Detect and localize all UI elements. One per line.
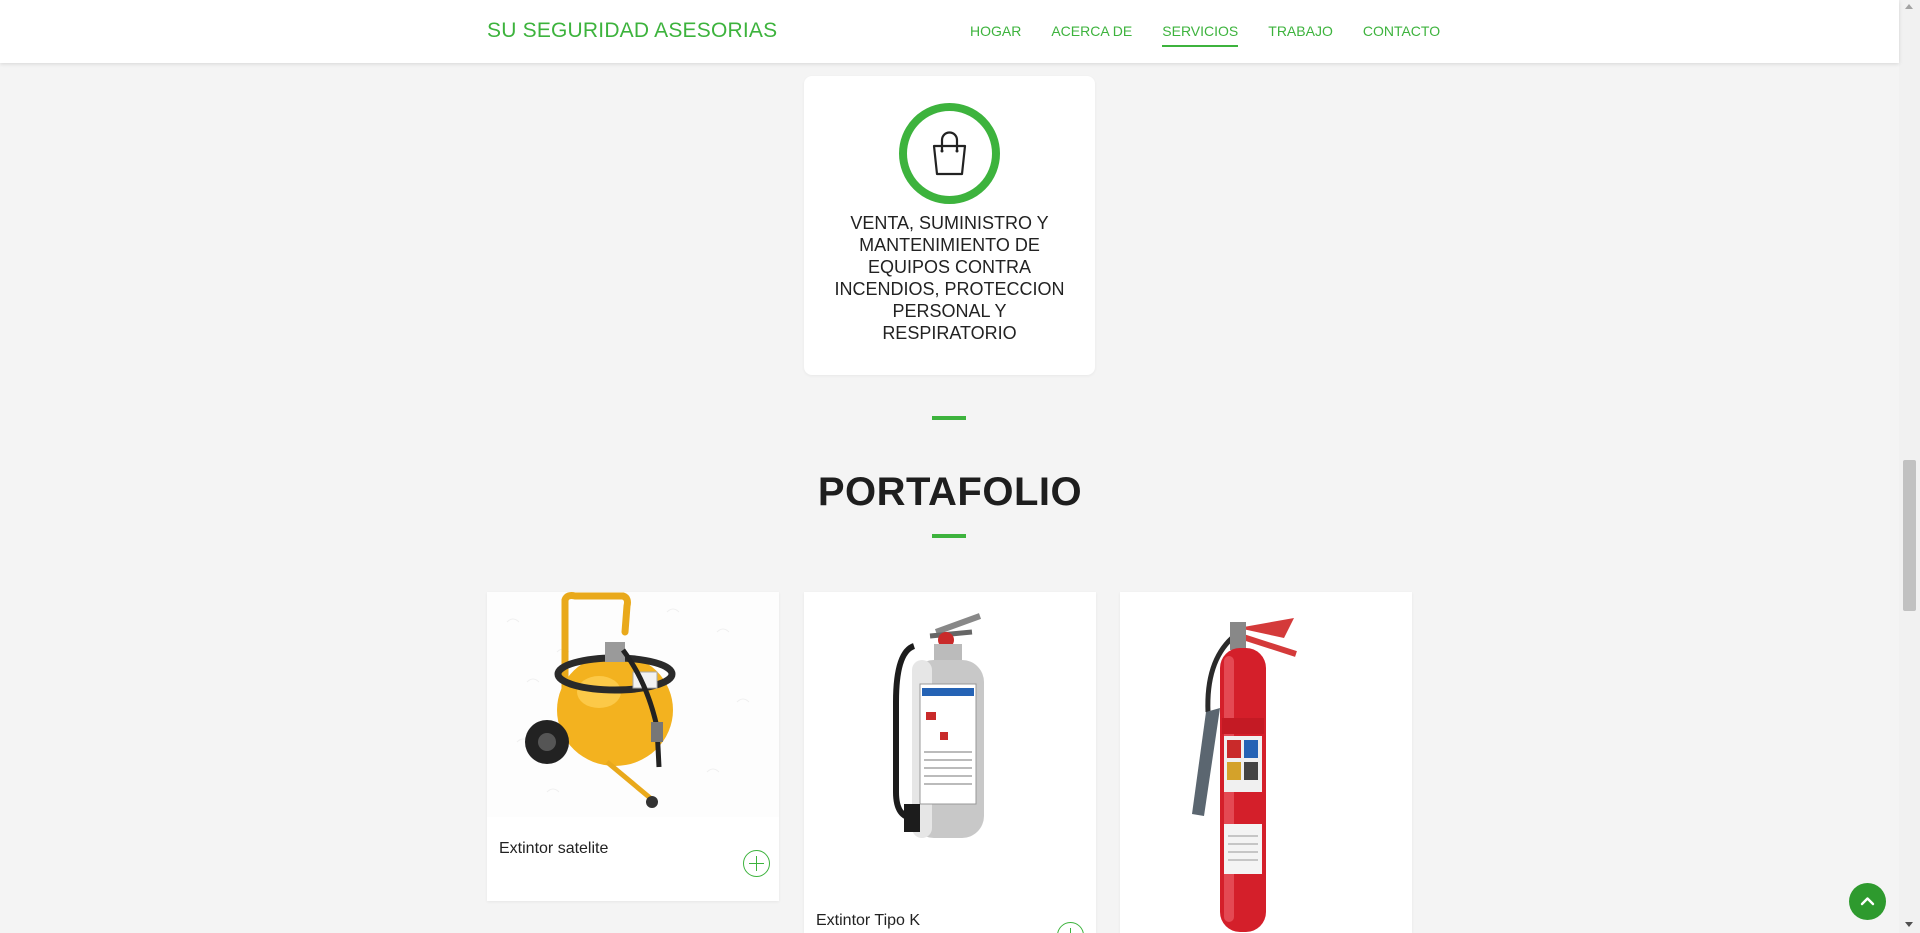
portfolio-card[interactable]: Extintor Tipo K bbox=[804, 592, 1096, 933]
product-image-stainless-extinguisher bbox=[804, 592, 1096, 852]
scroll-up-arrow-icon[interactable] bbox=[1905, 4, 1913, 9]
shopping-bag-icon bbox=[932, 131, 967, 176]
section-divider-top bbox=[932, 416, 966, 420]
nav-item-contacto[interactable]: CONTACTO bbox=[1363, 23, 1440, 47]
plus-icon[interactable] bbox=[743, 850, 770, 877]
section-heading: PORTAFOLIO bbox=[817, 470, 1083, 514]
section-divider-bottom bbox=[932, 534, 966, 538]
portfolio-card[interactable] bbox=[1120, 592, 1412, 933]
plus-icon[interactable] bbox=[1057, 922, 1084, 933]
chevron-up-icon bbox=[1860, 897, 1875, 906]
nav-item-acerca-de[interactable]: ACERCA DE bbox=[1051, 23, 1132, 47]
scroll-down-arrow-icon[interactable] bbox=[1905, 922, 1913, 927]
back-to-top-button[interactable] bbox=[1849, 883, 1886, 920]
navbar: SU SEGURIDAD ASESORIAS HOGAR ACERCA DE S… bbox=[0, 0, 1899, 63]
service-card: VENTA, SUMINISTRO Y MANTENIMIENTO DE EQU… bbox=[804, 76, 1095, 375]
main-nav: HOGAR ACERCA DE SERVICIOS TRABAJO CONTAC… bbox=[970, 23, 1470, 47]
nav-item-trabajo[interactable]: TRABAJO bbox=[1268, 23, 1333, 47]
portfolio-card[interactable]: Extintor satelite bbox=[487, 592, 779, 901]
brand-logo[interactable]: SU SEGURIDAD ASESORIAS bbox=[487, 19, 777, 43]
product-image-yellow-extinguisher bbox=[487, 592, 779, 817]
service-title: VENTA, SUMINISTRO Y MANTENIMIENTO DE EQU… bbox=[834, 213, 1065, 343]
portfolio-item-title: Extintor Tipo K bbox=[816, 912, 921, 929]
scrollbar-thumb[interactable] bbox=[1903, 460, 1916, 611]
page-scrollbar[interactable] bbox=[1899, 0, 1920, 933]
portfolio-item-title: Extintor satelite bbox=[499, 840, 609, 857]
product-image-red-co2-extinguisher bbox=[1120, 592, 1412, 933]
nav-item-servicios[interactable]: SERVICIOS bbox=[1162, 23, 1239, 47]
service-icon-circle bbox=[899, 103, 1000, 204]
nav-item-hogar[interactable]: HOGAR bbox=[970, 23, 1021, 47]
